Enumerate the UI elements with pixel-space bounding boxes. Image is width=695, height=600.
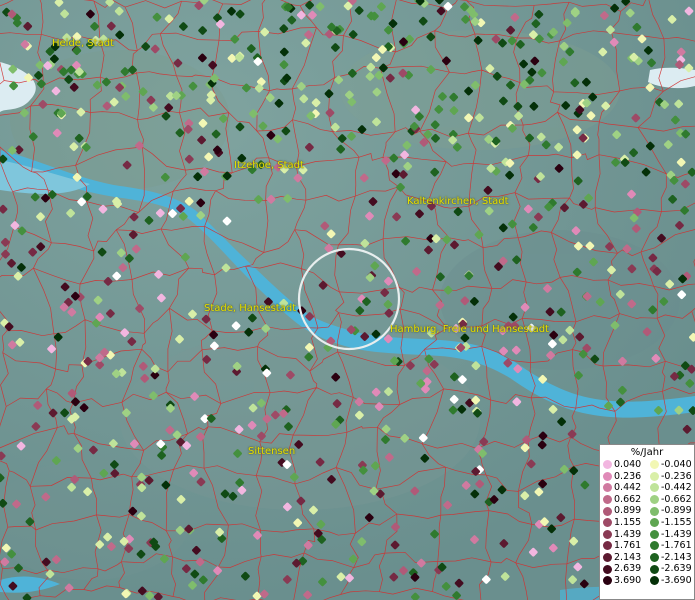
legend-row: 0.662 -0.662 [600,494,694,506]
legend-entry-positive: 0.442 [600,482,647,494]
legend-entry-positive: 2.143 [600,552,647,564]
legend-value: 2.143 [614,551,642,563]
city-label-kaltenkirchen: Kaltenkirchen, Stadt [407,196,509,207]
legend-row: 2.639 -2.639 [600,563,694,575]
legend-row: 0.442 -0.442 [600,482,694,494]
legend-swatch [650,564,659,574]
legend-swatch [650,460,659,470]
legend-value: -0.040 [661,459,692,470]
legend-entry-negative: -0.442 [647,482,694,494]
legend-value: -3.690 [661,574,692,586]
legend-value: 0.040 [614,459,642,470]
legend-swatch [650,506,659,516]
legend-swatch [650,541,659,551]
legend-value: 0.662 [614,493,642,505]
legend-rows: 0.040 -0.040 0.236 -0.236 0.442 -0.442 0.662 -0… [600,459,694,587]
legend-entry-positive: 0.040 [600,459,647,471]
legend-value: -0.662 [661,493,692,505]
legend-entry-positive: 0.662 [600,494,647,506]
legend-row: 0.040 -0.040 [600,459,694,471]
legend-row: 2.143 -2.143 [600,552,694,564]
legend-value: 0.899 [614,505,642,517]
legend-swatch [603,506,612,516]
legend-value: 0.442 [614,482,642,494]
legend-value: -1.761 [661,540,692,552]
legend-value: -2.143 [661,551,692,563]
legend-entry-negative: -1.761 [647,540,694,552]
legend-value: -2.639 [661,563,692,575]
legend-swatch [650,483,659,493]
legend-row: 1.761 -1.761 [600,540,694,552]
legend-entry-positive: 0.899 [600,505,647,517]
legend-swatch [650,529,659,539]
legend-swatch [650,553,659,563]
legend-entry-negative: -1.155 [647,517,694,529]
legend-value: -0.442 [661,482,692,494]
legend-swatch [650,471,659,481]
legend-entry-positive: 1.155 [600,517,647,529]
legend-entry-negative: -0.236 [647,471,694,483]
legend-entry-positive: 1.761 [600,540,647,552]
legend-row: 1.439 -1.439 [600,529,694,541]
legend-swatch [603,576,612,586]
legend-entry-positive: 1.439 [600,529,647,541]
legend-swatch [603,518,612,528]
legend-swatch [650,518,659,528]
legend-swatch [603,541,612,551]
legend-value: -0.236 [661,470,692,482]
legend-swatch [603,564,612,574]
legend-value: 1.155 [614,516,642,528]
legend-value: 3.690 [614,574,642,586]
legend-value: -0.899 [661,505,692,517]
legend-row: 0.899 -0.899 [600,505,694,517]
legend-entry-negative: -0.662 [647,494,694,506]
legend-row: 1.155 -1.155 [600,517,694,529]
legend-entry-negative: -0.899 [647,505,694,517]
legend-swatch [603,495,612,505]
legend-value: 2.639 [614,563,642,575]
legend-swatch [650,495,659,505]
map-view[interactable]: Heide, Stadt Itzehoe, Stadt Kaltenkirche… [0,0,695,600]
city-label-heide: Heide, Stadt [52,38,114,49]
city-label-itzehoe: Itzehoe, Stadt [234,160,304,171]
legend-value: -1.439 [661,528,692,540]
city-label-stade: Stade, Hansestadt [204,303,297,314]
legend-row: 0.236 -0.236 [600,471,694,483]
legend-entry-positive: 2.639 [600,563,647,575]
legend-swatch [603,529,612,539]
legend-value: 1.439 [614,528,642,540]
selection-circle[interactable] [297,247,401,351]
legend-entry-negative: -0.040 [647,459,694,471]
legend-swatch [603,460,612,470]
legend-title: %/Jahr [630,447,664,458]
legend: %/Jahr 0.040 -0.040 0.236 -0.236 0.442 -0.442… [599,444,695,600]
legend-entry-negative: -2.143 [647,552,694,564]
legend-entry-positive: 0.236 [600,471,647,483]
legend-swatch [603,483,612,493]
legend-entry-negative: -2.639 [647,563,694,575]
legend-entry-negative: -3.690 [647,575,694,587]
legend-swatch [650,576,659,586]
legend-entry-positive: 3.690 [600,575,647,587]
city-label-sittensen: Sittensen [248,446,296,457]
selection-overlay [297,247,401,351]
legend-entry-negative: -1.439 [647,529,694,541]
legend-swatch [603,471,612,481]
legend-value: 1.761 [614,540,642,552]
city-label-hamburg: Hamburg, Freie und Hansestadt [390,324,549,335]
legend-value: -1.155 [661,516,692,528]
legend-value: 0.236 [614,470,642,482]
legend-row: 3.690 -3.690 [600,575,694,587]
legend-swatch [603,553,612,563]
